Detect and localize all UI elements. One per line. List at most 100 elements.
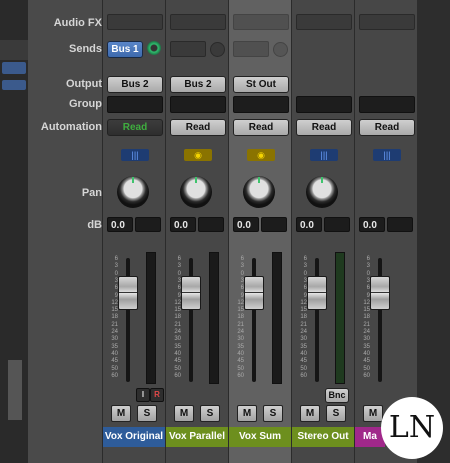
db-scale-tick: 15: [174, 307, 181, 314]
mute-button[interactable]: M: [174, 405, 194, 422]
volume-fader[interactable]: [307, 276, 327, 310]
db-scale-tick: 40: [237, 350, 244, 357]
db-scale-tick: 35: [174, 343, 181, 350]
input-monitor-button[interactable]: I: [136, 388, 150, 402]
output-button[interactable]: Bus 2: [170, 76, 226, 93]
group-slot[interactable]: [359, 96, 415, 113]
automation-button[interactable]: Read: [233, 119, 289, 136]
volume-value[interactable]: 0.0: [233, 217, 259, 232]
mute-button[interactable]: M: [111, 405, 131, 422]
channel-strip-master: Read ||| 0.0 6 3 0 3 6 9 12 15 18 21 24 30 35 40 45 50 6…: [354, 0, 417, 463]
send-button[interactable]: Bus 1: [107, 41, 143, 58]
level-meter: [335, 252, 345, 384]
solo-button[interactable]: S: [326, 405, 346, 422]
solo-button[interactable]: S: [263, 405, 283, 422]
db-scale: 6 3 0 3 6 9 12 15 18 21 24 30 35 40 45 50 60: [356, 252, 370, 382]
send-slot[interactable]: [233, 41, 269, 57]
pan-knob[interactable]: [243, 176, 275, 208]
group-slot[interactable]: [233, 96, 289, 113]
output-button[interactable]: Bus 2: [107, 76, 163, 93]
group-slot[interactable]: [107, 96, 163, 113]
db-scale-tick: 12: [174, 299, 181, 306]
send-slot[interactable]: [170, 41, 206, 57]
group-slot[interactable]: [170, 96, 226, 113]
audio-fx-slot[interactable]: [296, 14, 352, 30]
solo-button[interactable]: S: [137, 405, 157, 422]
waveform-icon[interactable]: |||: [373, 149, 401, 161]
send-knob-icon[interactable]: [210, 42, 225, 57]
solo-button[interactable]: S: [200, 405, 220, 422]
background-right-panel: [416, 0, 450, 463]
db-scale-tick: 60: [363, 372, 370, 379]
watermark-logo: LN: [381, 397, 443, 459]
pan-knob[interactable]: [306, 176, 338, 208]
db-scale-tick: 18: [111, 314, 118, 321]
label-db: dB: [87, 219, 102, 231]
peak-value: [387, 217, 413, 232]
pan-knob[interactable]: [180, 176, 212, 208]
group-clock-icon[interactable]: ◉: [247, 149, 275, 161]
db-scale-tick: 50: [300, 365, 307, 372]
db-scale-tick: 45: [174, 358, 181, 365]
group-slot[interactable]: [296, 96, 352, 113]
automation-button[interactable]: Read: [107, 119, 163, 136]
send-level-knob-icon[interactable]: [147, 41, 161, 55]
automation-button[interactable]: Read: [296, 119, 352, 136]
level-meter: [209, 252, 219, 384]
group-clock-icon[interactable]: ◉: [184, 149, 212, 161]
db-scale-tick: 0: [303, 270, 307, 277]
volume-value[interactable]: 0.0: [359, 217, 385, 232]
db-scale-tick: 60: [111, 372, 118, 379]
pan-knob[interactable]: [117, 176, 149, 208]
mute-button[interactable]: M: [300, 405, 320, 422]
background-panel: [0, 40, 28, 60]
mixer-window: Audio FX Sends Output Group Automation P…: [28, 0, 417, 463]
audio-fx-slot[interactable]: [107, 14, 163, 30]
audio-fx-slot[interactable]: [170, 14, 226, 30]
db-scale-tick: 24: [237, 329, 244, 335]
channel-strip-vox-parallel: Bus 2 Read ◉ 0.0 6 3 0 3 6 9 12 15 18 21 24 30 35 40 4…: [165, 0, 228, 463]
db-scale: 6 3 0 3 6 9 12 15 18 21 24 30 35 40 45 50 60: [230, 252, 244, 382]
db-scale-tick: 40: [363, 350, 370, 357]
db-scale-tick: 21: [237, 321, 244, 328]
automation-button[interactable]: Read: [359, 119, 415, 136]
db-scale-tick: 24: [111, 329, 118, 335]
db-scale-tick: 21: [300, 321, 307, 328]
waveform-icon[interactable]: |||: [310, 149, 338, 161]
volume-fader[interactable]: [370, 276, 390, 310]
background-blue-bar: [2, 62, 26, 74]
db-scale-tick: 30: [174, 336, 181, 343]
channel-name[interactable]: Stereo Out: [292, 427, 354, 447]
db-scale: 6 3 0 3 6 9 12 15 18 21 24 30 35 40 45 50 60: [104, 252, 118, 382]
volume-value[interactable]: 0.0: [107, 217, 133, 232]
mute-button[interactable]: M: [237, 405, 257, 422]
waveform-icon[interactable]: |||: [121, 149, 149, 161]
audio-fx-slot[interactable]: [359, 14, 415, 30]
record-button[interactable]: R: [150, 388, 164, 402]
db-scale-tick: 40: [174, 350, 181, 357]
volume-fader[interactable]: [118, 276, 138, 310]
volume-fader[interactable]: [181, 276, 201, 310]
bounce-button[interactable]: Bnc: [325, 388, 349, 403]
db-scale-tick: 40: [111, 350, 118, 357]
db-scale-tick: 45: [363, 358, 370, 365]
db-scale-tick: 30: [363, 336, 370, 343]
volume-fader[interactable]: [244, 276, 264, 310]
mute-button[interactable]: M: [363, 405, 383, 422]
db-scale-tick: 18: [237, 314, 244, 321]
label-audio-fx: Audio FX: [53, 17, 102, 29]
channel-name[interactable]: Vox Sum: [229, 427, 291, 447]
db-scale-tick: 50: [111, 365, 118, 372]
db-scale-tick: 6: [303, 256, 307, 262]
channel-name[interactable]: Vox Original: [103, 427, 165, 447]
audio-fx-slot[interactable]: [233, 14, 289, 30]
db-scale-tick: 0: [240, 270, 244, 277]
automation-button[interactable]: Read: [170, 119, 226, 136]
db-scale-tick: 3: [240, 263, 244, 270]
output-button[interactable]: St Out: [233, 76, 289, 93]
channel-name[interactable]: Vox Parallel: [166, 427, 228, 447]
peak-value: [261, 217, 287, 232]
send-knob-icon[interactable]: [273, 42, 288, 57]
volume-value[interactable]: 0.0: [296, 217, 322, 232]
volume-value[interactable]: 0.0: [170, 217, 196, 232]
